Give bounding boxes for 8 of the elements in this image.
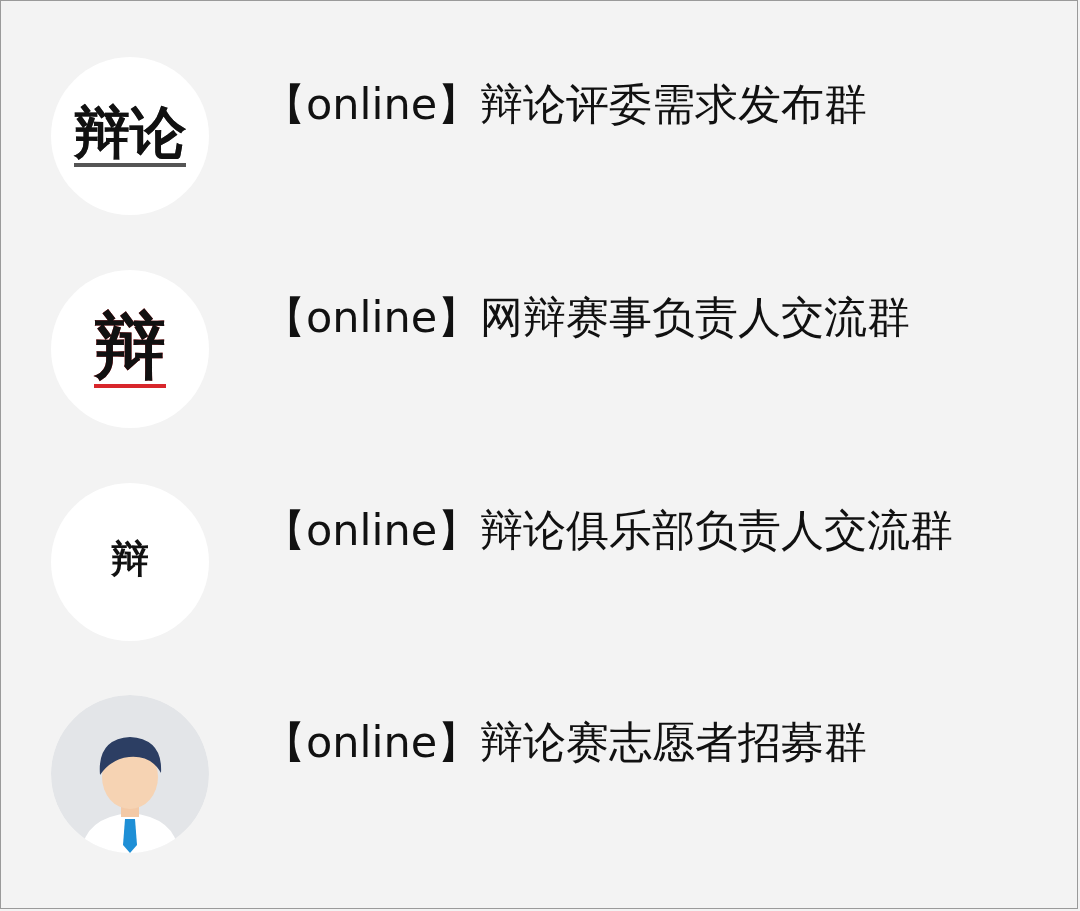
group-name[interactable]: 【online】网辩赛事负责人交流群 xyxy=(263,293,911,342)
group-name[interactable]: 【online】辩论评委需求发布群 xyxy=(263,81,868,129)
person-avatar-icon xyxy=(51,695,209,854)
logo-text: 辩 xyxy=(94,309,166,388)
logo-text: 辩论 xyxy=(74,105,186,167)
logo-text: 辩 xyxy=(111,539,149,583)
group-name[interactable]: 【online】辩论赛志愿者招募群 xyxy=(263,719,868,767)
group-name[interactable]: 【online】辩论俱乐部负责人交流群 xyxy=(263,506,954,554)
